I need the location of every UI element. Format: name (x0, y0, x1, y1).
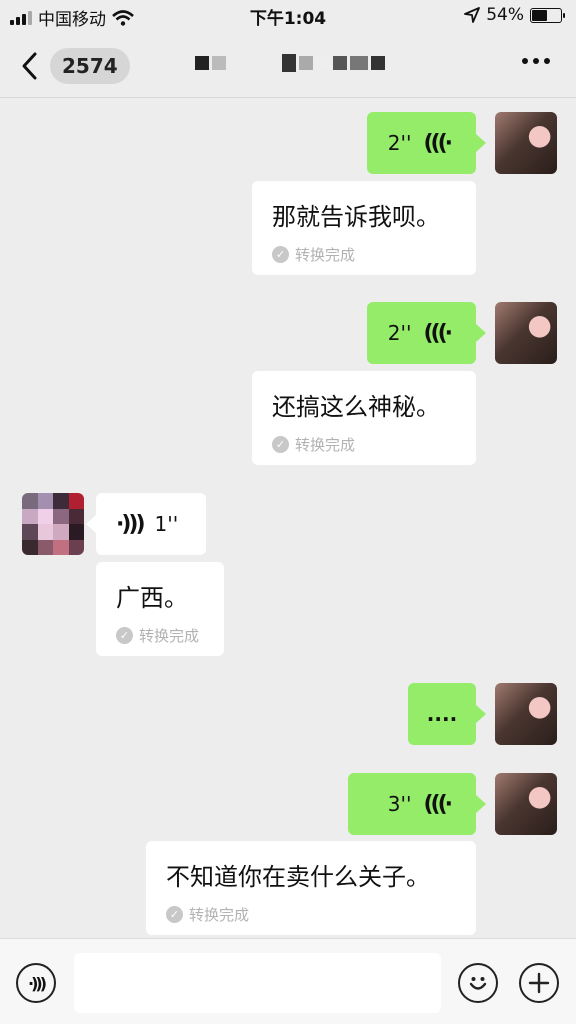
emoji-button[interactable] (458, 963, 498, 1003)
voice-duration: 3'' (387, 792, 412, 816)
transcript-status: 转换完成 (295, 436, 356, 454)
transcript-bubble[interactable]: 那就告诉我呗。 ✓ 转换完成 (252, 181, 476, 275)
voice-wave-icon: (((· (423, 791, 452, 817)
voice-message-outgoing[interactable]: 3'' (((· (348, 773, 486, 835)
avatar[interactable] (495, 773, 557, 835)
check-icon: ✓ (272, 246, 289, 263)
transcript-text: 不知道你在卖什么关子。 (166, 863, 430, 891)
voice-duration: 2'' (387, 321, 412, 345)
voice-duration: 2'' (387, 131, 412, 155)
voice-message-outgoing[interactable]: 2'' (((· (367, 112, 486, 174)
location-arrow-icon (464, 7, 481, 23)
message-text: .... (426, 702, 458, 726)
transcript-status: 转换完成 (139, 627, 200, 645)
check-icon: ✓ (272, 436, 289, 453)
transcript-status: 转换完成 (295, 246, 356, 264)
transcript-text: 还搞这么神秘。 (272, 393, 440, 421)
transcript-status: 转换完成 (189, 906, 250, 924)
plus-icon (528, 972, 550, 994)
voice-wave-icon: (((· (423, 320, 452, 346)
transcript-text: 那就告诉我呗。 (272, 203, 440, 231)
status-bar: 中国移动 下午1:04 54% (0, 0, 576, 32)
unread-count-badge: 2574 (50, 48, 130, 84)
voice-duration: 1'' (154, 512, 179, 536)
voice-icon: ·))) (27, 973, 47, 993)
chevron-left-icon (22, 52, 37, 80)
transcript-bubble[interactable]: 广西。 ✓ 转换完成 (96, 562, 224, 656)
transcript-bubble[interactable]: 不知道你在卖什么关子。 ✓ 转换完成 (146, 841, 476, 935)
transcript-bubble[interactable]: 还搞这么神秘。 ✓ 转换完成 (252, 371, 476, 465)
voice-wave-icon: (((· (423, 130, 452, 156)
input-bar: ·))) (0, 938, 576, 1024)
battery-icon (530, 7, 565, 23)
avatar[interactable] (495, 683, 557, 745)
check-icon: ✓ (166, 906, 183, 923)
voice-message-incoming[interactable]: ·))) 1'' (86, 493, 206, 555)
chat-header: 2574 (0, 32, 576, 98)
message-input[interactable] (74, 953, 441, 1013)
voice-toggle-button[interactable]: ·))) (16, 963, 56, 1003)
back-button[interactable]: 2574 (20, 46, 130, 86)
plus-button[interactable] (519, 963, 559, 1003)
transcript-text: 广西。 (116, 584, 188, 612)
voice-wave-icon: ·))) (116, 511, 145, 537)
check-icon: ✓ (116, 627, 133, 644)
emoji-icon (469, 977, 487, 990)
more-icon (522, 58, 528, 64)
text-message-outgoing[interactable]: .... (408, 683, 486, 745)
voice-message-outgoing[interactable]: 2'' (((· (367, 302, 486, 364)
chat-title-pixelated (195, 54, 385, 72)
avatar[interactable] (495, 112, 557, 174)
battery-percent: 54% (486, 5, 524, 25)
contact-avatar[interactable] (22, 493, 84, 555)
more-button[interactable] (522, 58, 550, 64)
avatar[interactable] (495, 302, 557, 364)
